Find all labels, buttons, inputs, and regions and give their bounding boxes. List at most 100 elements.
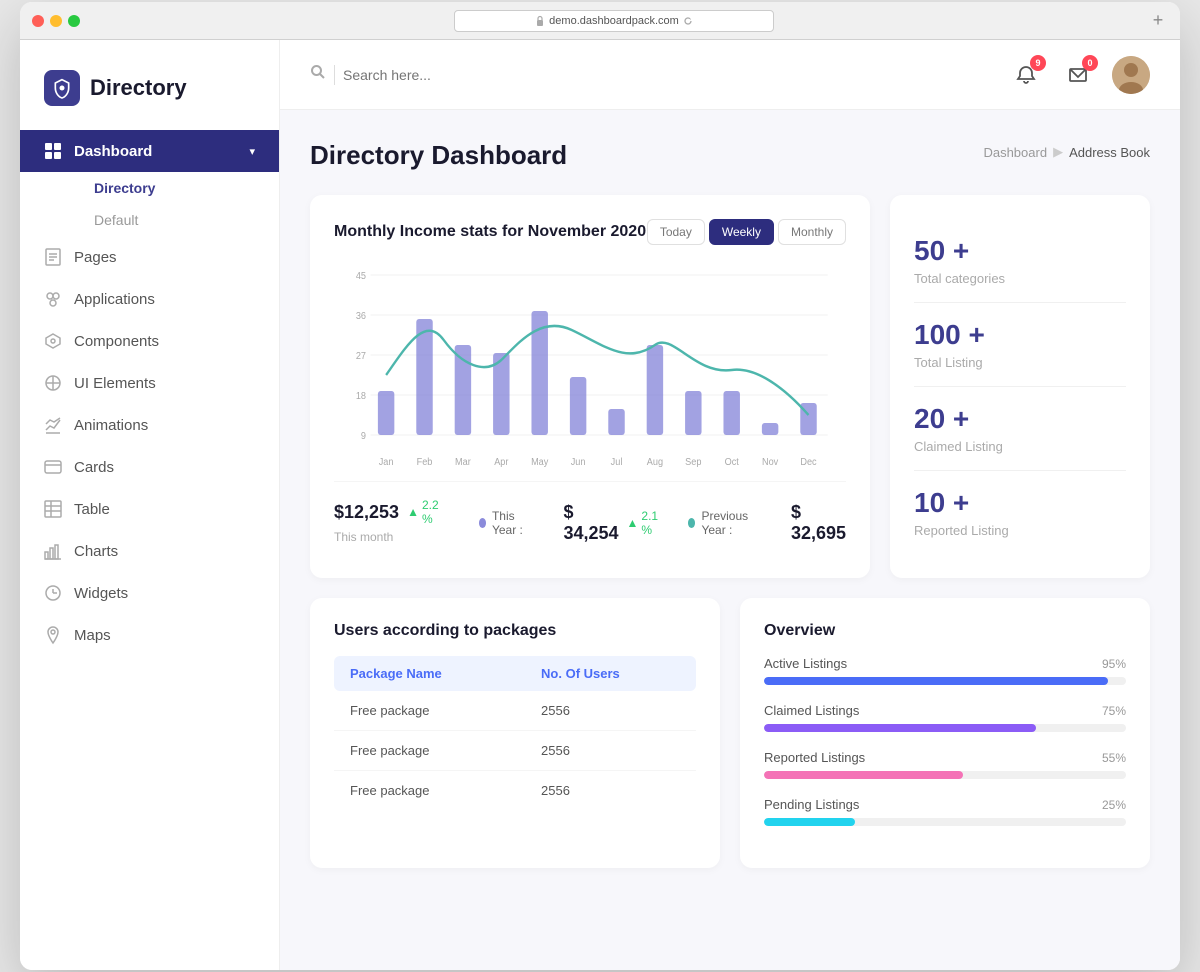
- stat-value-2: 20 +: [914, 403, 1126, 435]
- sidebar-item-pages[interactable]: Pages: [20, 236, 279, 278]
- sidebar-item-pages-label: Pages: [74, 249, 117, 266]
- sidebar-item-dashboard[interactable]: Dashboard ▾: [20, 130, 279, 172]
- sidebar-item-applications[interactable]: Applications: [20, 278, 279, 320]
- sidebar-item-charts[interactable]: Charts: [20, 530, 279, 572]
- sidebar-item-widgets-label: Widgets: [74, 585, 128, 602]
- dashboard-icon: [44, 142, 62, 160]
- search-area: [310, 64, 710, 85]
- logo-area: Directory: [20, 60, 279, 130]
- logo-icon: [44, 70, 80, 106]
- sidebar-item-animations-label: Animations: [74, 417, 148, 434]
- search-divider: [334, 65, 335, 85]
- breadcrumb-link[interactable]: Dashboard: [983, 145, 1047, 160]
- svg-text:Jun: Jun: [571, 457, 586, 468]
- notification-badge: 9: [1030, 55, 1046, 71]
- tab-today[interactable]: Today: [647, 219, 705, 245]
- overview-item-label: Pending Listings: [764, 797, 859, 812]
- sidebar-item-components[interactable]: Components: [20, 320, 279, 362]
- col-users: No. Of Users: [525, 656, 696, 691]
- overview-item-label: Reported Listings: [764, 750, 865, 765]
- svg-text:Jan: Jan: [379, 457, 394, 468]
- chart-card: Monthly Income stats for November 2020 T…: [310, 195, 870, 578]
- chart-svg: 45 36 27 18 9: [334, 265, 846, 475]
- titlebar: demo.dashboardpack.com +: [20, 2, 1180, 40]
- overview-item-pct: 25%: [1102, 798, 1126, 812]
- cards-icon: [44, 458, 62, 476]
- page-header: Directory Dashboard Dashboard ▶ Address …: [310, 140, 1150, 171]
- reload-icon[interactable]: [683, 16, 693, 26]
- user-avatar[interactable]: [1112, 56, 1150, 94]
- sidebar-item-table[interactable]: Table: [20, 488, 279, 530]
- sidebar-item-animations[interactable]: Animations: [20, 404, 279, 446]
- notification-button[interactable]: 9: [1008, 57, 1044, 93]
- new-tab-button[interactable]: +: [1148, 11, 1168, 31]
- overview-item: Reported Listings 55%: [764, 750, 1126, 779]
- traffic-lights: [32, 15, 80, 27]
- search-input[interactable]: [343, 67, 543, 83]
- app-layout: Directory Dashboard ▾ Directory Default …: [20, 40, 1180, 970]
- widgets-icon: [44, 584, 62, 602]
- overview-item-header: Claimed Listings 75%: [764, 703, 1126, 718]
- sub-item-directory[interactable]: Directory: [70, 172, 279, 204]
- breadcrumb-arrow: ▶: [1053, 144, 1063, 160]
- packages-title: Users according to packages: [334, 622, 696, 640]
- this-year-stat: $ 34,254 ▲ 2.1 %: [563, 502, 658, 544]
- header: 9 0: [280, 40, 1180, 110]
- sidebar-item-cards[interactable]: Cards: [20, 446, 279, 488]
- url-input[interactable]: demo.dashboardpack.com: [454, 10, 774, 32]
- svg-text:Sep: Sep: [685, 457, 701, 468]
- sidebar: Directory Dashboard ▾ Directory Default …: [20, 40, 280, 970]
- stat-label-0: Total categories: [914, 271, 1126, 286]
- chart-tab-group: Today Weekly Monthly: [647, 219, 846, 245]
- overview-item: Claimed Listings 75%: [764, 703, 1126, 732]
- mail-badge: 0: [1082, 55, 1098, 71]
- svg-text:9: 9: [361, 431, 366, 442]
- close-button[interactable]: [32, 15, 44, 27]
- ui-elements-icon: [44, 374, 62, 392]
- this-month-amount: $12,253: [334, 502, 399, 523]
- animations-icon: [44, 416, 62, 434]
- fullscreen-button[interactable]: [68, 15, 80, 27]
- sidebar-item-maps[interactable]: Maps: [20, 614, 279, 656]
- stat-label-1: Total Listing: [914, 355, 1126, 370]
- top-row: Monthly Income stats for November 2020 T…: [310, 195, 1150, 578]
- tab-weekly[interactable]: Weekly: [709, 219, 774, 245]
- overview-item-header: Pending Listings 25%: [764, 797, 1126, 812]
- minimize-button[interactable]: [50, 15, 62, 27]
- pkg-users: 2556: [525, 691, 696, 731]
- this-month-change: ▲ 2.2 %: [407, 498, 439, 526]
- col-package-name: Package Name: [334, 656, 525, 691]
- legend-this-year: This Year :: [479, 502, 534, 544]
- stat-total-listing: 100 + Total Listing: [914, 303, 1126, 387]
- applications-icon: [44, 290, 62, 308]
- stat-value-3: 10 +: [914, 487, 1126, 519]
- this-month-stat: $12,253 ▲ 2.2 % This month: [334, 498, 439, 544]
- bottom-row: Users according to packages Package Name…: [310, 598, 1150, 868]
- pkg-name: Free package: [334, 771, 525, 811]
- breadcrumb-current: Address Book: [1069, 145, 1150, 160]
- svg-text:Apr: Apr: [494, 457, 509, 468]
- legend-dot-this-year: [479, 518, 486, 528]
- svg-text:36: 36: [356, 311, 366, 322]
- sidebar-item-ui-elements[interactable]: UI Elements: [20, 362, 279, 404]
- svg-text:18: 18: [356, 391, 366, 402]
- tab-monthly[interactable]: Monthly: [778, 219, 846, 245]
- overview-card: Overview Active Listings 95% Claimed Lis…: [740, 598, 1150, 868]
- bar-fill: [764, 724, 1036, 732]
- legend-dot-prev-year: [688, 518, 695, 528]
- sub-item-default[interactable]: Default: [70, 204, 279, 236]
- stat-value-1: 100 +: [914, 319, 1126, 351]
- bar-fill: [764, 771, 963, 779]
- mail-button[interactable]: 0: [1060, 57, 1096, 93]
- bar-track: [764, 677, 1126, 685]
- table-icon: [44, 500, 62, 518]
- pkg-users: 2556: [525, 771, 696, 811]
- chart-title: Monthly Income stats for November 2020: [334, 223, 646, 241]
- bar-track: [764, 818, 1126, 826]
- sidebar-item-applications-label: Applications: [74, 291, 155, 308]
- overview-item-pct: 95%: [1102, 657, 1126, 671]
- stat-total-categories: 50 + Total categories: [914, 219, 1126, 303]
- url-bar: demo.dashboardpack.com: [80, 10, 1148, 32]
- logo-text: Directory: [90, 75, 187, 101]
- sidebar-item-widgets[interactable]: Widgets: [20, 572, 279, 614]
